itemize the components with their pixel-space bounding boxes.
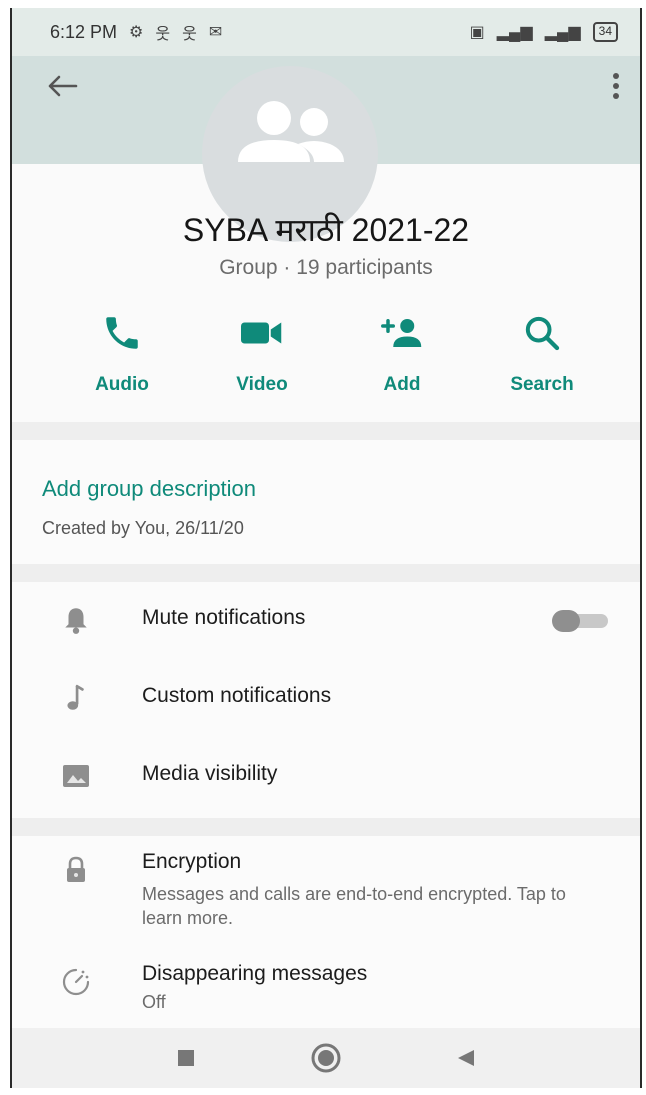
system-nav-bar — [12, 1028, 640, 1088]
disappearing-messages-status: Off — [142, 992, 166, 1012]
video-call-button[interactable]: Video — [202, 308, 322, 408]
video-icon — [237, 308, 287, 358]
action-bar: Audio Video Add Search — [62, 308, 602, 408]
search-button[interactable]: Search — [482, 308, 602, 408]
signal-icon: ▂▄▆ — [496, 24, 533, 41]
custom-notifications-label[interactable]: Custom notifications — [142, 684, 331, 708]
toggle-thumb — [552, 610, 580, 632]
more-vert-icon — [613, 73, 619, 99]
image-icon — [56, 756, 96, 796]
audio-call-button[interactable]: Audio — [62, 308, 182, 408]
person-status-icon: 웃 — [155, 26, 171, 43]
status-right: ▣ ▂▄▆ ▂▄▆ 34 — [470, 22, 618, 42]
audio-label: Audio — [95, 374, 149, 395]
created-info: Created by You, 26/11/20 — [42, 518, 244, 538]
back-arrow-icon — [48, 75, 78, 97]
status-left: 6:12 PM ⚙ 웃 웃 ✉ — [50, 20, 222, 44]
add-description-link[interactable]: Add group description — [42, 476, 256, 502]
add-participant-button[interactable]: Add — [342, 308, 462, 408]
video-label: Video — [236, 374, 288, 395]
recents-button[interactable] — [166, 1038, 206, 1078]
triangle-back-icon — [458, 1050, 474, 1066]
group-title: SYBA मराठी 2021-22 — [182, 212, 470, 248]
lock-icon — [56, 850, 96, 890]
phone-icon — [97, 308, 147, 358]
person-status-icon-2: 웃 — [182, 26, 197, 43]
section-divider — [12, 422, 640, 440]
mute-notifications-toggle[interactable] — [552, 610, 610, 632]
bell-icon — [56, 600, 96, 640]
media-visibility-label[interactable]: Media visibility — [142, 762, 277, 786]
encryption-label[interactable]: Encryption — [142, 850, 241, 874]
mute-notifications-label[interactable]: Mute notifications — [142, 606, 305, 630]
home-button[interactable] — [306, 1038, 346, 1078]
square-icon — [178, 1050, 194, 1066]
search-label: Search — [510, 374, 574, 395]
search-icon — [517, 308, 567, 358]
vibrate-status-icon: ▣ — [469, 24, 485, 41]
section-divider-2 — [12, 564, 640, 582]
status-bar: 6:12 PM ⚙ 웃 웃 ✉ ▣ ▂▄▆ ▂▄▆ 34 — [12, 8, 640, 56]
disappearing-messages-label[interactable]: Disappearing messages — [142, 962, 367, 986]
signal-icon-2: ▂▄▆ — [544, 24, 581, 41]
music-note-icon — [56, 678, 96, 718]
status-time: 6:12 PM — [50, 21, 118, 42]
encryption-description: Messages and calls are end-to-end encryp… — [142, 884, 566, 928]
settings-status-icon: ⚙ — [129, 24, 144, 41]
back-button[interactable] — [40, 66, 84, 106]
battery-icon: 34 — [592, 22, 618, 42]
circle-icon — [311, 1043, 341, 1073]
overflow-menu-button[interactable] — [598, 66, 634, 106]
group-info-screen: 6:12 PM ⚙ 웃 웃 ✉ ▣ ▂▄▆ ▂▄▆ 34 SYBA मराठी … — [10, 8, 642, 1088]
group-subtitle: Group · 19 participants — [219, 256, 433, 279]
description-section — [12, 440, 640, 564]
timer-icon — [56, 962, 96, 1002]
add-label: Add — [383, 374, 421, 395]
add-person-icon — [377, 308, 427, 358]
mail-status-icon: ✉ — [208, 24, 223, 41]
back-nav-button[interactable] — [446, 1038, 486, 1078]
section-divider-3 — [12, 818, 640, 836]
